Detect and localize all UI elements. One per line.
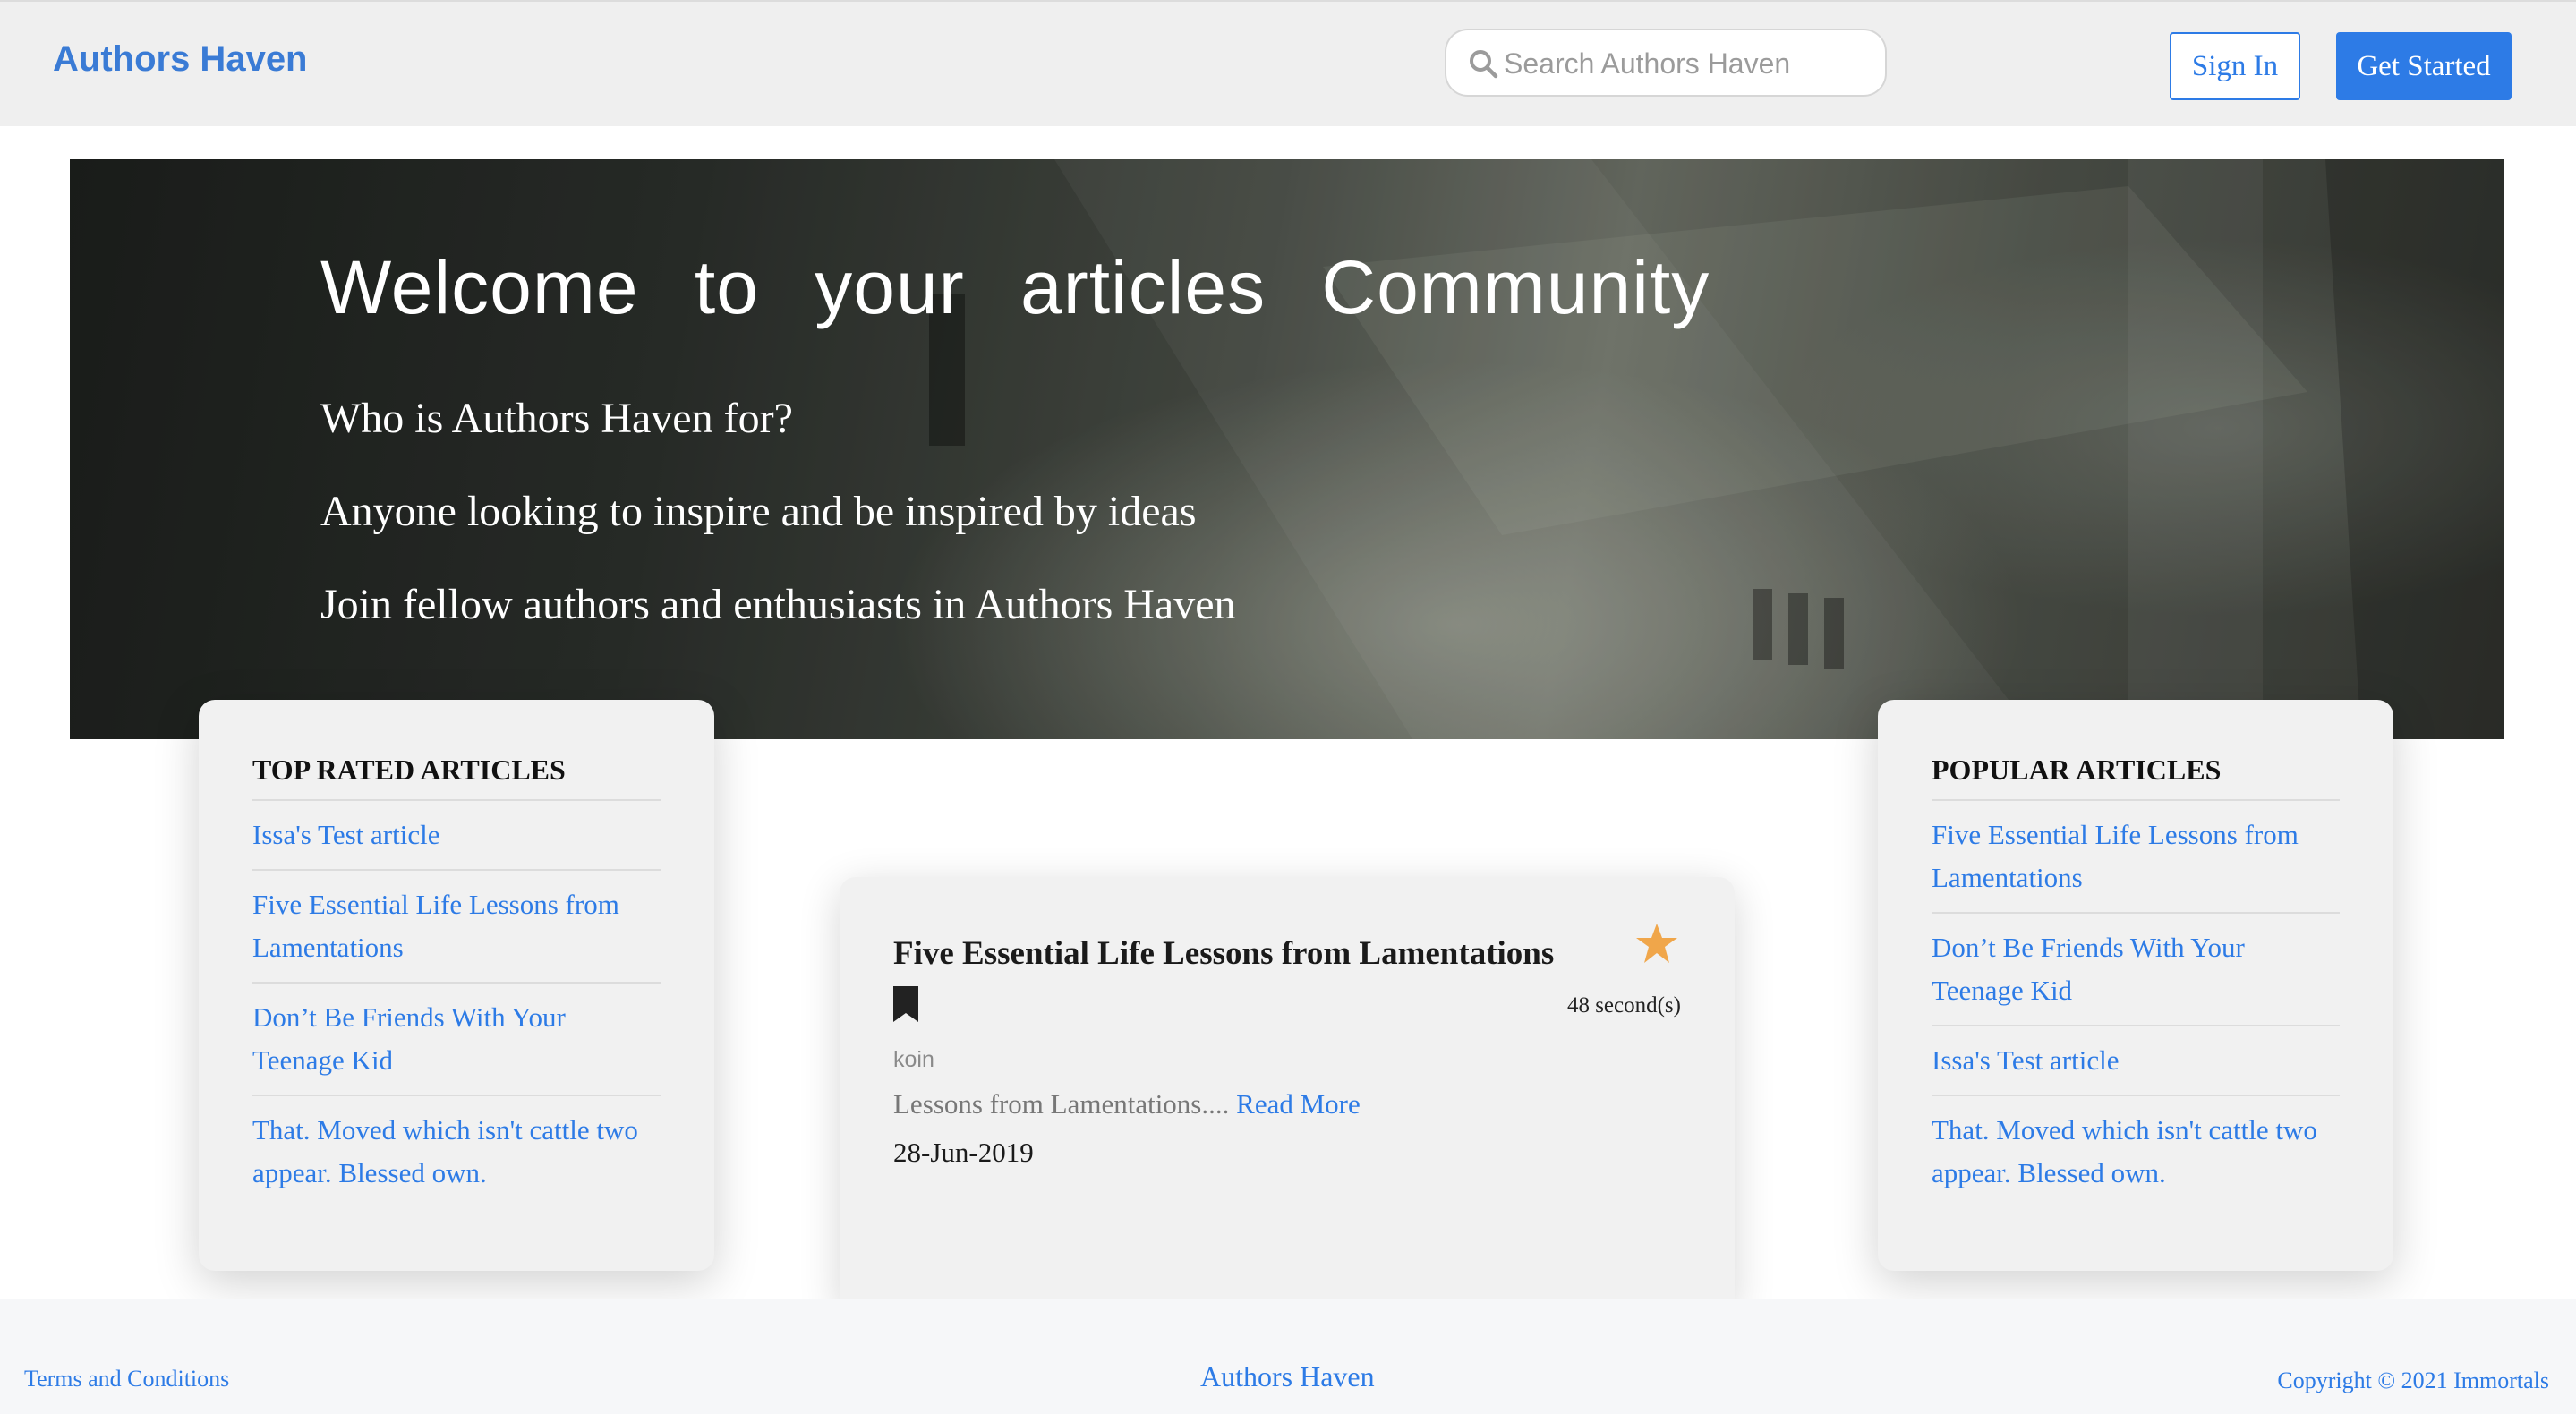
top-rated-card: TOP RATED ARTICLES Issa's Test article F…	[199, 700, 714, 1271]
terms-link[interactable]: Terms and Conditions	[24, 1366, 229, 1393]
search-input[interactable]	[1504, 36, 1871, 91]
list-item: Five Essential Life Lessons from Lamenta…	[1932, 801, 2340, 914]
popular-link[interactable]: Issa's Test article	[1932, 1039, 2340, 1082]
footer-brand-link[interactable]: Authors Haven	[1200, 1360, 1375, 1393]
top-rated-heading: TOP RATED ARTICLES	[252, 754, 661, 801]
top-rated-list: Issa's Test article Five Essential Life …	[252, 801, 661, 1207]
top-rated-link[interactable]: That. Moved which isn't cattle two appea…	[252, 1109, 661, 1195]
star-icon[interactable]	[1634, 922, 1679, 967]
brand-logo-link[interactable]: Authors Haven	[53, 39, 308, 80]
popular-link[interactable]: Don’t Be Friends With Your Teenage Kid	[1932, 926, 2340, 1012]
article-excerpt-text: Lessons from Lamentations....	[893, 1088, 1230, 1120]
hero-title: Welcome to your articles Community	[320, 245, 1710, 329]
hero-line-join: Join fellow authors and enthusiasts in A…	[320, 581, 1236, 628]
list-item: Don’t Be Friends With Your Teenage Kid	[252, 984, 661, 1096]
hero-banner: Welcome to your articles Community Who i…	[70, 159, 2504, 739]
bookmark-icon[interactable]	[893, 986, 918, 1022]
popular-link[interactable]: Five Essential Life Lessons from Lamenta…	[1932, 813, 2340, 899]
article-title[interactable]: Five Essential Life Lessons from Lamenta…	[893, 934, 1554, 973]
popular-list: Five Essential Life Lessons from Lamenta…	[1932, 801, 2340, 1207]
popular-link[interactable]: That. Moved which isn't cattle two appea…	[1932, 1109, 2340, 1195]
search-box[interactable]	[1445, 29, 1887, 97]
read-time: 48 second(s)	[1566, 993, 1681, 1018]
popular-heading: POPULAR ARTICLES	[1932, 754, 2340, 801]
copyright-text: Copyright © 2021 Immortals	[2277, 1367, 2549, 1393]
search-icon	[1470, 50, 1498, 79]
list-item: That. Moved which isn't cattle two appea…	[1932, 1096, 2340, 1207]
article-excerpt: Lessons from Lamentations.... Read More	[893, 1088, 1361, 1120]
article-author: koin	[893, 1047, 934, 1072]
hero-line-anyone: Anyone looking to inspire and be inspire…	[320, 488, 1197, 535]
top-rated-link[interactable]: Don’t Be Friends With Your Teenage Kid	[252, 996, 661, 1082]
get-started-button[interactable]: Get Started	[2336, 32, 2512, 100]
list-item: Five Essential Life Lessons from Lamenta…	[252, 871, 661, 984]
read-more-link[interactable]: Read More	[1229, 1088, 1361, 1120]
list-item: Issa's Test article	[1932, 1026, 2340, 1096]
hero-line-who: Who is Authors Haven for?	[320, 395, 793, 442]
top-rated-link[interactable]: Five Essential Life Lessons from Lamenta…	[252, 883, 661, 969]
sign-in-button[interactable]: Sign In	[2170, 32, 2300, 100]
top-rated-link[interactable]: Issa's Test article	[252, 813, 661, 856]
footer: Terms and Conditions Authors Haven Copyr…	[0, 1299, 2576, 1414]
navbar: Authors Haven Sign In Get Started	[0, 0, 2576, 126]
popular-card: POPULAR ARTICLES Five Essential Life Les…	[1878, 700, 2393, 1271]
list-item: That. Moved which isn't cattle two appea…	[252, 1096, 661, 1207]
article-card: Five Essential Life Lessons from Lamenta…	[840, 877, 1735, 1307]
article-date: 28-Jun-2019	[893, 1137, 1034, 1168]
list-item: Don’t Be Friends With Your Teenage Kid	[1932, 914, 2340, 1026]
list-item: Issa's Test article	[252, 801, 661, 871]
